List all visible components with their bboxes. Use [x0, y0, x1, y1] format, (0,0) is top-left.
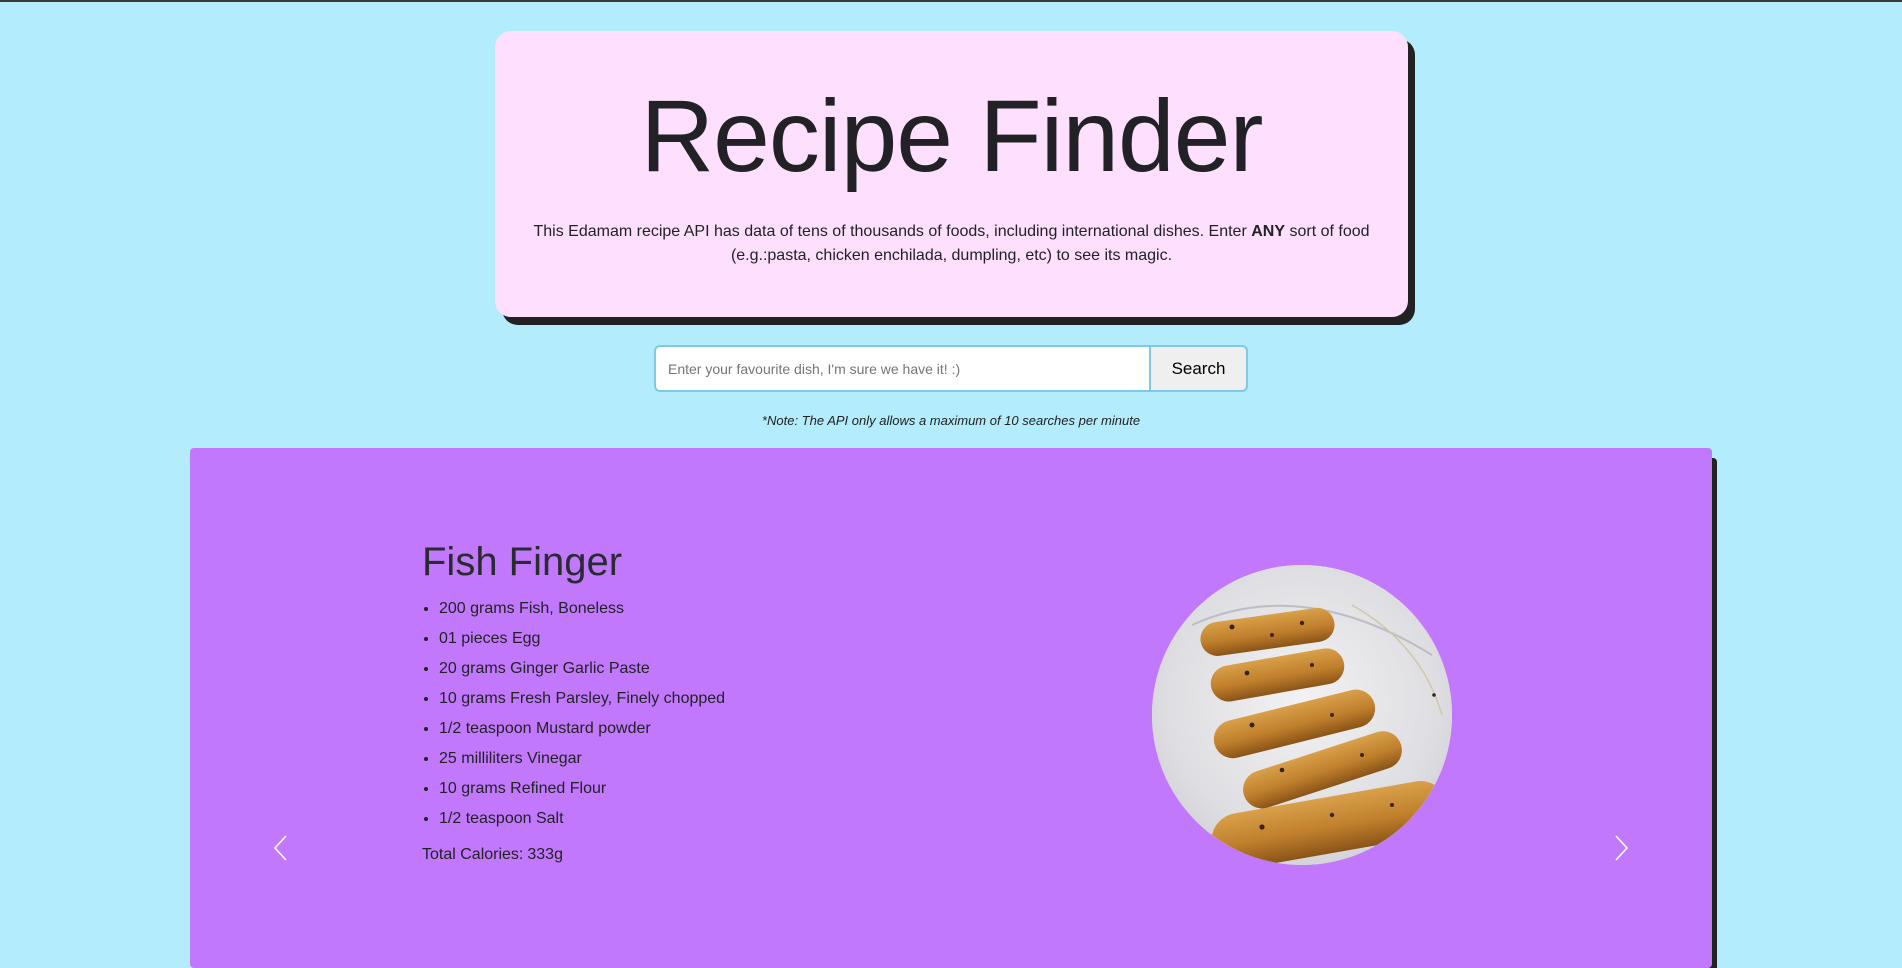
- carousel-next-button[interactable]: [1606, 831, 1636, 865]
- description-emphasis: ANY: [1251, 223, 1286, 241]
- header-card: Recipe Finder This Edamam recipe API has…: [495, 31, 1408, 317]
- calories-label: Total Calories:: [422, 846, 524, 863]
- ingredient-list: 200 grams Fish, Boneless 01 pieces Egg 2…: [422, 594, 725, 834]
- recipe-image: [1152, 565, 1452, 865]
- search-button[interactable]: Search: [1150, 345, 1248, 392]
- window-top-border: [0, 0, 1902, 2]
- recipe-details: Fish Finger 200 grams Fish, Boneless 01 …: [422, 538, 725, 864]
- ingredient-item: 25 milliliters Vinegar: [439, 744, 725, 774]
- fish-finger-photo: [1152, 565, 1452, 865]
- chevron-right-icon: [1615, 835, 1629, 861]
- page-title: Recipe Finder: [640, 79, 1264, 193]
- ingredient-item: 1/2 teaspoon Salt: [439, 804, 725, 834]
- search-input[interactable]: [654, 345, 1150, 392]
- ingredient-item: 200 grams Fish, Boneless: [439, 594, 725, 624]
- chevron-left-icon: [273, 835, 287, 861]
- ingredient-item: 10 grams Fresh Parsley, Finely chopped: [439, 684, 725, 714]
- api-limit-note: *Note: The API only allows a maximum of …: [761, 413, 1141, 428]
- page-description: This Edamam recipe API has data of tens …: [525, 220, 1378, 268]
- ingredient-item: 01 pieces Egg: [439, 624, 725, 654]
- calories-value: 333g: [527, 846, 563, 863]
- ingredient-item: 1/2 teaspoon Mustard powder: [439, 714, 725, 744]
- total-calories: Total Calories: 333g: [422, 846, 725, 864]
- ingredient-item: 10 grams Refined Flour: [439, 774, 725, 804]
- recipe-carousel: Fish Finger 200 grams Fish, Boneless 01 …: [190, 448, 1712, 968]
- ingredient-item: 20 grams Ginger Garlic Paste: [439, 654, 725, 684]
- search-form: Search: [654, 345, 1248, 392]
- recipe-title: Fish Finger: [422, 540, 623, 584]
- description-text: This Edamam recipe API has data of tens …: [533, 223, 1252, 241]
- carousel-prev-button[interactable]: [266, 831, 296, 865]
